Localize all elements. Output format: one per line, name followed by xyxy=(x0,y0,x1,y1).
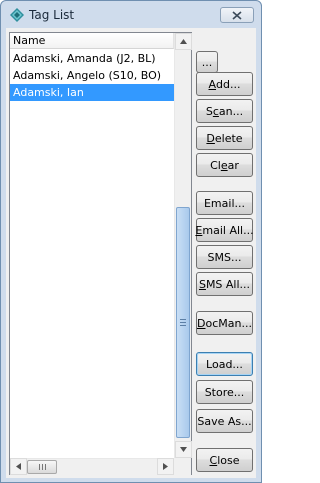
delete-label: elete xyxy=(214,131,243,145)
arrow-up-icon xyxy=(180,39,187,44)
list-rows: Adamski, Amanda (J2, BL) Adamski, Angelo… xyxy=(10,50,174,101)
horizontal-scroll-thumb[interactable] xyxy=(27,460,57,474)
scan-label-pre: S xyxy=(205,104,213,118)
add-button[interactable]: Add... xyxy=(196,72,253,96)
sms-all-mnemonic: S xyxy=(198,277,206,291)
window-title: Tag List xyxy=(29,8,75,22)
tag-list[interactable]: Name Adamski, Amanda (J2, BL) Adamski, A… xyxy=(9,32,192,475)
add-mnemonic: A xyxy=(208,77,217,91)
clear-label-pre: Cl xyxy=(210,158,221,172)
email-all-mnemonic: E xyxy=(195,223,203,237)
docman-mnemonic: D xyxy=(197,316,206,330)
grip-icon xyxy=(38,464,46,470)
arrow-down-icon xyxy=(180,447,187,452)
email-all-label: mail All... xyxy=(202,223,254,237)
window-close-button[interactable] xyxy=(220,7,254,23)
close-mnemonic: C xyxy=(209,453,218,467)
scroll-right-button[interactable] xyxy=(157,458,174,475)
vertical-scroll-thumb[interactable] xyxy=(176,207,190,438)
clear-button[interactable]: Cl e ar xyxy=(196,153,253,177)
scan-label: an... xyxy=(218,104,244,118)
tag-list-window: Tag List Name Adamski, Amanda (J2, BL) A… xyxy=(0,0,262,483)
grip-icon xyxy=(180,319,186,326)
save-as-button[interactable]: Save As... xyxy=(196,409,253,433)
clear-label: ar xyxy=(227,158,239,172)
email-label-pre: Email xyxy=(203,196,235,210)
vertical-scrollbar[interactable] xyxy=(174,33,192,458)
list-item[interactable]: Adamski, Amanda (J2, BL) xyxy=(10,50,174,67)
scroll-up-button[interactable] xyxy=(175,33,192,50)
title-bar[interactable]: Tag List xyxy=(1,1,261,29)
close-icon xyxy=(232,10,242,20)
list-item-selected[interactable]: Adamski, Ian xyxy=(10,84,174,101)
sms-button[interactable]: SMS... xyxy=(196,245,253,269)
close-button[interactable]: Close xyxy=(196,448,253,472)
column-header-name[interactable]: Name xyxy=(10,33,174,49)
close-label: lose xyxy=(217,453,240,467)
more-button[interactable]: ... xyxy=(196,51,218,73)
email-label: ... xyxy=(234,196,246,210)
client-area: Name Adamski, Amanda (J2, BL) Adamski, A… xyxy=(6,28,256,478)
add-label: dd... xyxy=(216,77,241,91)
arrow-right-icon xyxy=(163,463,168,470)
horizontal-scrollbar[interactable] xyxy=(10,458,174,475)
docman-label: ocMan... xyxy=(205,316,252,330)
clear-mnemonic: e xyxy=(220,158,228,172)
scrollbar-corner xyxy=(174,458,191,475)
email-button[interactable]: Email... xyxy=(196,191,253,215)
load-button[interactable]: Load... xyxy=(196,352,253,376)
scan-button[interactable]: Sc an... xyxy=(196,99,253,123)
sms-all-button[interactable]: S MS All... xyxy=(196,272,253,296)
list-item[interactable]: Adamski, Angelo (S10, BO) xyxy=(10,67,174,84)
sms-all-label: MS All... xyxy=(205,277,251,291)
sms-label: SMS... xyxy=(207,250,242,264)
app-diamond-icon xyxy=(10,8,24,22)
email-all-button[interactable]: Email All... xyxy=(195,218,254,242)
scroll-left-button[interactable] xyxy=(10,458,27,475)
delete-mnemonic: D xyxy=(206,131,215,145)
arrow-left-icon xyxy=(16,463,21,470)
store-button[interactable]: Store... xyxy=(196,380,253,404)
docman-button[interactable]: DocMan... xyxy=(196,311,253,335)
delete-button[interactable]: Delete xyxy=(196,126,253,150)
scroll-down-button[interactable] xyxy=(175,441,192,458)
